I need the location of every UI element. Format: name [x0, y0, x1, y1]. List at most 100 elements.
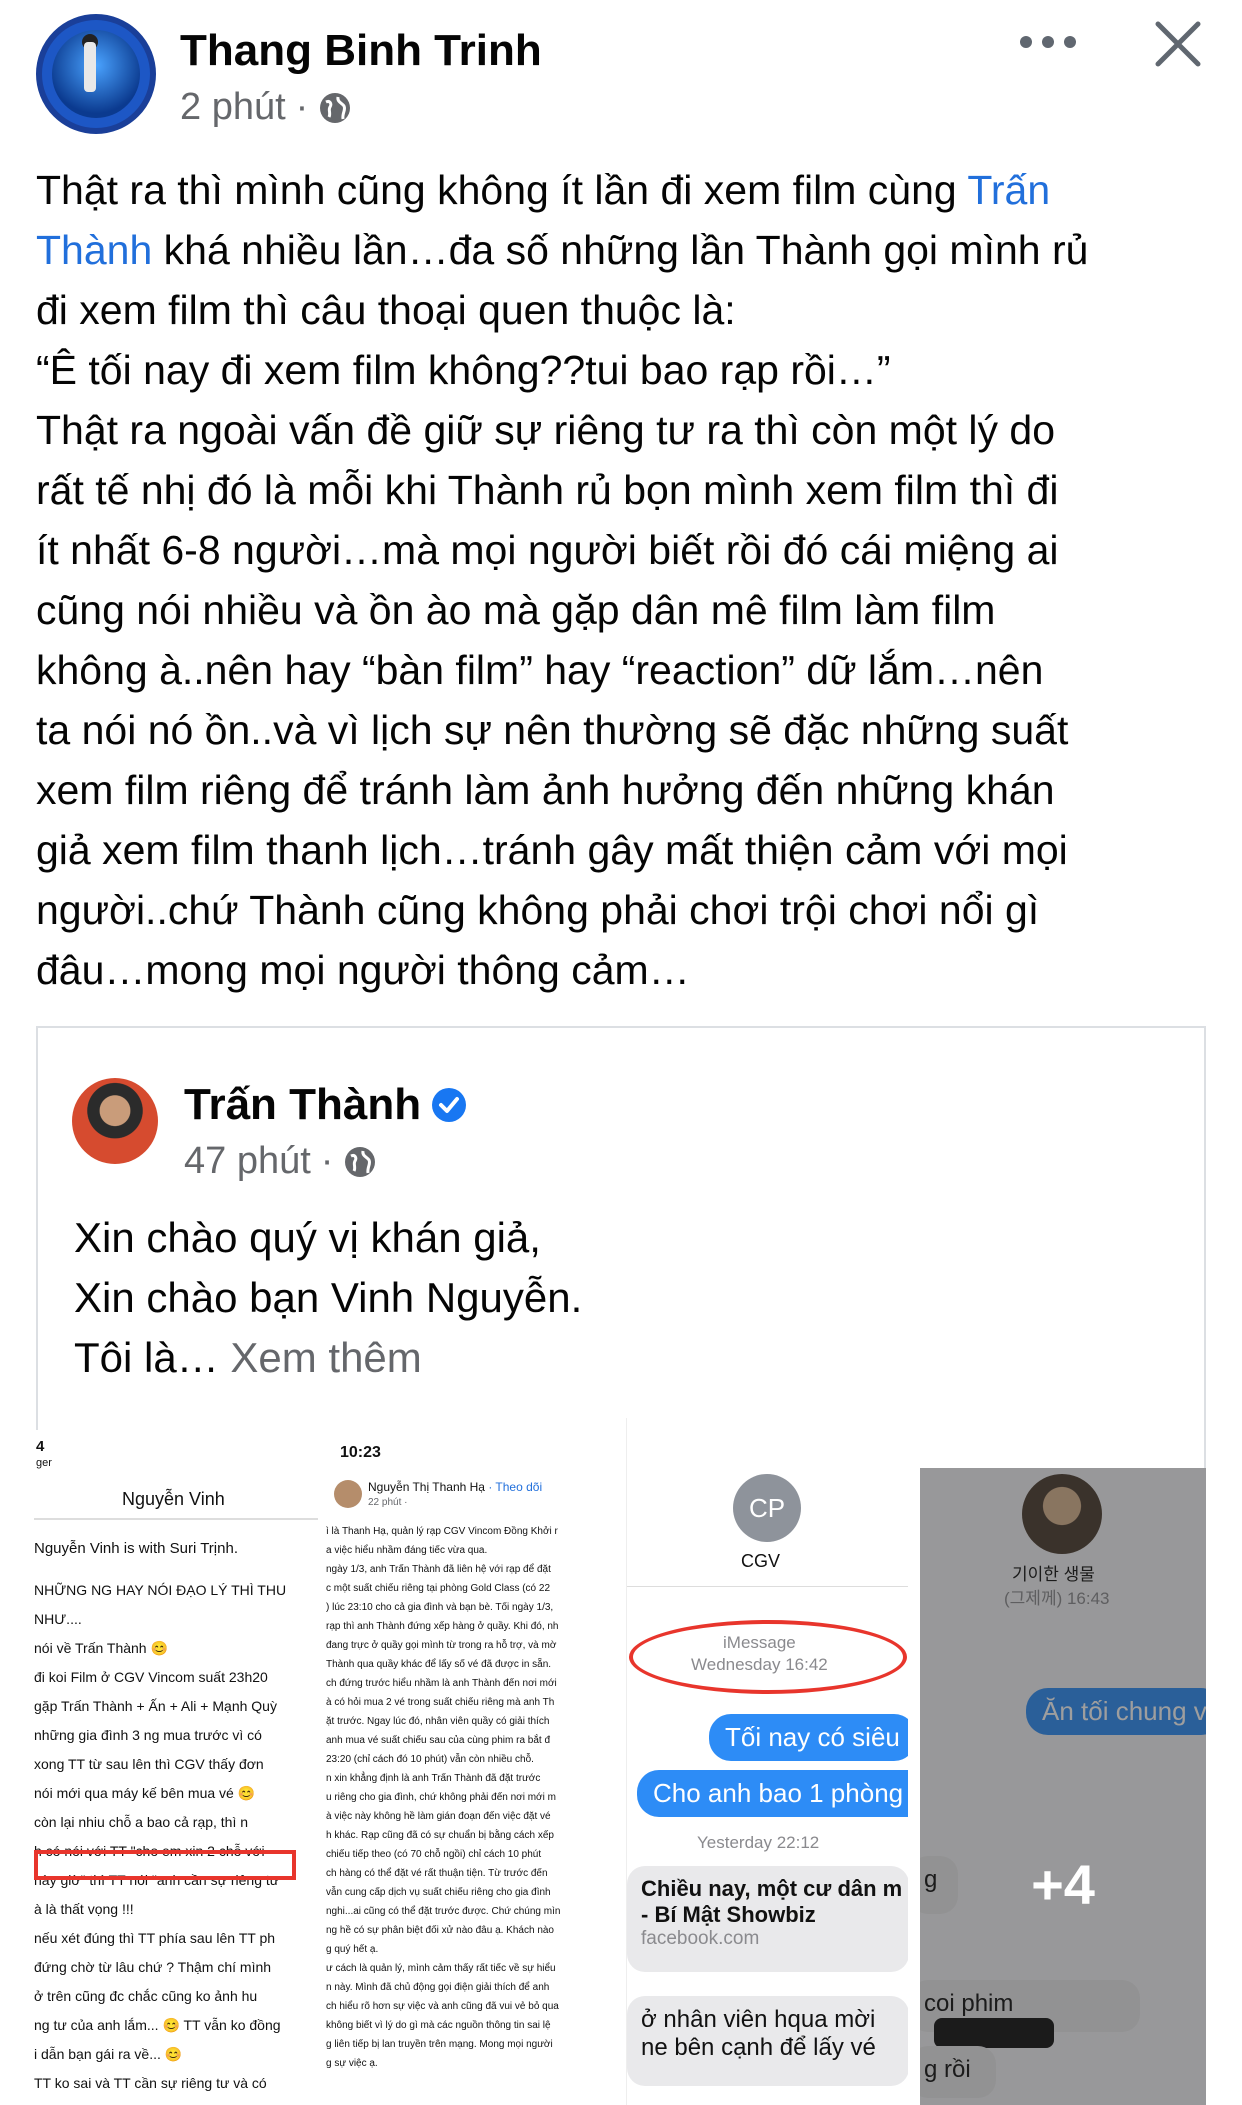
- screenshot-text-line: ì là Thanh Hạ, quản lý rạp CGV Vincom Đồ…: [326, 1526, 558, 1537]
- highlight-oval: [629, 1620, 907, 1694]
- post-time[interactable]: 2 phút: [180, 86, 286, 129]
- screenshot-text-line: h khác. Rạp cũng đã có sự chuẩn bị bằng …: [326, 1830, 554, 1841]
- shared-line: Xin chào bạn Vinh Nguyễn.: [74, 1274, 583, 1321]
- screenshot-text-line: nếu xét đúng thì TT phía sau lên TT ph: [34, 1930, 276, 1946]
- screenshot-text-line: g quý hết ạ.: [326, 1944, 379, 1955]
- message-bubble: Tối nay có siêu: [709, 1714, 908, 1761]
- post-line: Thành khá nhiều lần…đa số những lần Thàn…: [36, 227, 1089, 273]
- photo-1[interactable]: 4 ger Nguyễn Vinh Nguyễn Vinh is with Su…: [34, 1430, 318, 2105]
- post-line: “Ê tối nay đi xem film không??tui bao rạ…: [36, 347, 891, 393]
- close-icon[interactable]: [1150, 16, 1206, 72]
- post-line: ít nhất 6-8 người…mà mọi người biết rồi …: [36, 527, 1059, 573]
- screenshot-text-line: đứng chờ từ lâu chứ ? Thậm chí mình: [34, 1959, 272, 1975]
- screenshot-text-line: nói về Trấn Thành 😊: [34, 1640, 168, 1656]
- screenshot-text-line: n này. Mình đã chủ động gọi điện giải th…: [326, 1982, 550, 1993]
- author-avatar[interactable]: [36, 14, 156, 134]
- globe-icon: [345, 1146, 376, 1177]
- screenshot-text-line: ch đứng trước hiểu nhầm là anh Thành đến…: [326, 1678, 557, 1689]
- shared-body: Xin chào quý vị khán giả, Xin chào bạn V…: [74, 1208, 582, 1388]
- shared-line: Xin chào quý vị khán giả,: [74, 1214, 541, 1261]
- post-header: Thang Binh Trinh 2 phút ·: [0, 0, 1242, 150]
- verified-badge-icon: [432, 1088, 467, 1122]
- post-line: đâu…mong mọi người thông cảm…: [36, 947, 690, 993]
- screenshot-text-line: đang trực ở quầy gọi mình từ trong ra hỗ…: [326, 1640, 557, 1651]
- screenshot-text-line: TT ko sai và TT cần sự riêng tư và có: [34, 2075, 267, 2091]
- screenshot-text-line: u riêng cho gia đình, chứ không phải đến…: [326, 1792, 556, 1803]
- post-line: ta nói nó ồn..và vì lịch sự nên thường s…: [36, 707, 1069, 753]
- post-line: không à..nên hay “bàn film” hay “reactio…: [36, 647, 1044, 693]
- screenshot-text-line: gặp Trấn Thành + Ấn + Ali + Mạnh Quỳ: [34, 1698, 277, 1714]
- more-icon: [1020, 36, 1032, 48]
- screenshot-text-line: 23:20 (chỉ cách đó 10 phút) vẫn còn nhiề…: [326, 1754, 534, 1765]
- screenshot-text-line: c một suất chiếu riêng tại phòng Gold Cl…: [326, 1583, 551, 1594]
- profile-title: Nguyễn Vinh: [122, 1489, 225, 1509]
- screenshot-text-line: đi koi Film ở CGV Vincom suất 23h20: [34, 1669, 268, 1685]
- shot1-text: NHỮNG NG HAY NÓI ĐẠO LÝ THÌ THU NHƯ.... nó…: [34, 1576, 286, 2098]
- post-body: Thật ra thì mình cũng không ít lần đi xe…: [36, 160, 1216, 1000]
- more-photos-count[interactable]: +4: [920, 1852, 1206, 1917]
- screenshot-text-line: à việc này không hề làm gián đoạn đến vi…: [326, 1811, 551, 1822]
- mention-link[interactable]: Thành: [36, 227, 152, 273]
- screenshot-text-line: a việc hiểu nhầm đáng tiếc vừa qua.: [326, 1545, 488, 1556]
- link-preview[interactable]: Chiều nay, một cư dân m - Bí Mật Showbiz…: [627, 1866, 908, 1972]
- author-name[interactable]: Thang Binh Trinh: [180, 26, 542, 76]
- post-meta: 2 phút ·: [180, 86, 352, 129]
- shared-author-name[interactable]: Trấn Thành: [184, 1080, 421, 1130]
- contact-avatar: CP: [733, 1474, 801, 1542]
- more-photos-overlay[interactable]: [920, 1468, 1206, 2105]
- shared-meta: 47 phút ·: [184, 1140, 377, 1183]
- message-bubble: Cho anh bao 1 phòng s: [637, 1770, 908, 1817]
- see-more-link[interactable]: Xem thêm: [230, 1334, 421, 1381]
- shared-author-avatar[interactable]: [72, 1078, 158, 1164]
- screenshot-text-line: ) lúc 23:10 cho cả gia đình và bạn bè. T…: [326, 1602, 554, 1613]
- post-line: Thật ra ngoài vấn đề giữ sự riêng tư ra …: [36, 407, 1056, 453]
- photo-3[interactable]: CP CGV iMessage Wednesday 16:42 Tối nay …: [626, 1418, 908, 2105]
- mention-link[interactable]: Trấn: [967, 167, 1050, 213]
- screenshot-text-line: ặt trước. Ngay lúc đó, nhân viên quầy có…: [326, 1716, 550, 1727]
- highlight-box: [34, 1850, 296, 1880]
- post-line: xem film riêng để tránh làm ảnh hưởng đế…: [36, 767, 1055, 813]
- screenshot-text-line: chiếu tiếp theo (có 70 chỗ ngồi) chỉ các…: [326, 1849, 542, 1860]
- screenshot-text-line: rạp thì anh Thành đứng xếp hàng ở quầy. …: [326, 1621, 559, 1632]
- screenshot-text-line: Thành qua quầy khác để lấy số vé đã được…: [326, 1659, 552, 1670]
- screenshot-text-line: ở trên cũng đc chắc cũng ko ảnh hu: [34, 1988, 258, 2004]
- screenshot-text-line: n xin khẳng định là anh Trấn Thành đã đặ…: [326, 1773, 541, 1784]
- photo-collage: 4 ger Nguyễn Vinh Nguyễn Vinh is with Su…: [0, 1392, 1242, 2105]
- shared-line: Tôi là… Xem thêm: [74, 1334, 422, 1381]
- screenshot-text-line: ch hiểu rõ hơn sự việc và anh cũng đã vu…: [326, 2001, 559, 2012]
- screenshot-text-line: vẫn cung cấp dịch vụ suất chiếu riêng ch…: [326, 1887, 551, 1898]
- screenshot-text-line: NHỮNG NG HAY NÓI ĐẠO LÝ THÌ THU: [34, 1582, 287, 1598]
- screenshot-text-line: những gia đình 3 ng mua trước vì có: [34, 1727, 262, 1743]
- post-line: Thật ra thì mình cũng không ít lần đi xe…: [36, 167, 1051, 213]
- screenshot-text-line: g sự việc ạ.: [326, 2058, 378, 2069]
- screenshot-text-line: à có hỏi mua 2 vé trong suất chiếu riêng…: [326, 1697, 555, 1708]
- shared-time[interactable]: 47 phút: [184, 1140, 311, 1183]
- screenshot-text-line: ch hàng có thể đặt vé rất thuận tiện. Từ…: [326, 1868, 548, 1879]
- screenshot-text-line: xong TT từ sau lên thì CGV thấy đơn: [34, 1756, 264, 1772]
- screenshot-text-line: i dẫn bạn gái ra về... 😊: [34, 2046, 183, 2062]
- globe-icon: [320, 92, 351, 123]
- screenshot-text-line: còn lại nhiu chỗ a bao cả rạp, thì n: [34, 1814, 249, 1830]
- screenshot-text-line: ng tư của anh lắm... 😊 TT vẫn ko đồng: [34, 2017, 281, 2033]
- post-line: rất tế nhị đó là mỗi khi Thành rủ bọn mì…: [36, 467, 1059, 513]
- screenshot-text-line: ư cách là quản lý, mình cảm thấy rất tiế…: [326, 1963, 556, 1974]
- post-line: người..chứ Thành cũng không phải chơi tr…: [36, 887, 1040, 933]
- screenshot-text-line: ng hề có sự phân biệt đối xử nào đâu ạ. …: [326, 1925, 554, 1936]
- shot2-avatar: [334, 1480, 362, 1508]
- shared-author[interactable]: Trấn Thành: [184, 1080, 467, 1130]
- screenshot-text-line: g liên tiếp bị lan truyền trên mạng. Mon…: [326, 2039, 553, 2050]
- post-line: giả xem film thanh lịch…tránh gây mất th…: [36, 827, 1068, 873]
- screenshot-text-line: nghi...ai cũng có thể đặt trước được. Ch…: [326, 1906, 561, 1917]
- shot2-text: ì là Thanh Hạ, quản lý rạp CGV Vincom Đồ…: [326, 1522, 560, 2073]
- post-line: cũng nói nhiều và ồn ào mà gặp dân mê fi…: [36, 587, 996, 633]
- more-options-button[interactable]: [1018, 20, 1078, 60]
- screenshot-text-line: không biết vì lý do gì mà các nguồn thôn…: [326, 2020, 551, 2031]
- screenshot-text-line: anh mua vé suất chiếu sau của cùng phim …: [326, 1735, 551, 1746]
- screenshot-text-line: ngày 1/3, anh Trấn Thành đã liên hệ với …: [326, 1564, 551, 1575]
- photo-2[interactable]: 10:23 Nguyễn Thị Thanh Hạ · Theo dõi 22 …: [326, 1442, 622, 2105]
- photo-4[interactable]: 기이한 생물 (그제께) 16:43 Ăn tối chung v g coi …: [920, 1468, 1206, 2105]
- message-bubble: ở nhân viên hqua mời ne bên cạnh để lấy …: [627, 1996, 908, 2086]
- screenshot-text-line: nói mới qua máy kế bên mua vé 😊: [34, 1785, 256, 1801]
- meta-separator: ·: [295, 86, 309, 128]
- screenshot-text-line: à là thất vọng !!!: [34, 1901, 134, 1917]
